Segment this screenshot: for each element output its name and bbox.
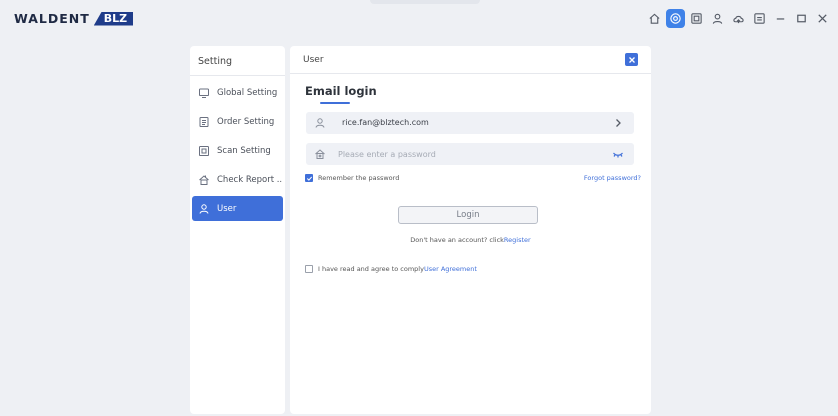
frame-icon[interactable]: [687, 9, 706, 28]
user-panel: User Email login rice.fan@blztech.com Re…: [290, 46, 651, 414]
sidebar-item-order-setting[interactable]: Order Setting: [192, 109, 283, 134]
drag-handle[interactable]: [370, 0, 480, 4]
home-icon[interactable]: [645, 9, 664, 28]
sidebar-item-check-report[interactable]: Check Report ...: [192, 167, 283, 192]
close-icon: [628, 56, 635, 63]
lock-icon: [315, 149, 325, 159]
sidebar-item-scan-setting[interactable]: Scan Setting: [192, 138, 283, 163]
email-value: rice.fan@blztech.com: [342, 118, 429, 127]
user-icon: [315, 118, 325, 128]
title-bar: WALDENT BLZ: [0, 0, 838, 36]
target-icon[interactable]: [666, 9, 685, 28]
agree-text: I have read and agree to complyUser Agre…: [318, 265, 477, 273]
user-agreement-link[interactable]: User Agreement: [424, 265, 477, 273]
settings-sidebar: Setting Global Setting Order Setting Sca…: [190, 46, 285, 414]
register-link[interactable]: Register: [504, 236, 531, 244]
eye-closed-icon[interactable]: [612, 148, 624, 160]
panel-header: User: [290, 46, 651, 74]
close-window-icon[interactable]: [813, 9, 832, 28]
sidebar-item-label: User: [217, 203, 237, 214]
remember-label: Remember the password: [318, 174, 400, 182]
tab-underline: [320, 102, 350, 104]
cloud-icon[interactable]: [729, 9, 748, 28]
password-field-container: [306, 143, 634, 165]
brand-name: WALDENT: [14, 11, 90, 26]
brand-badge: BLZ: [93, 11, 134, 26]
chevron-right-icon[interactable]: [612, 117, 624, 129]
register-prompt: Don't have an account? clickRegister: [290, 236, 651, 244]
user-icon[interactable]: [708, 9, 727, 28]
user-icon: [199, 203, 209, 214]
sidebar-item-label: Global Setting: [217, 87, 278, 98]
remember-password[interactable]: Remember the password: [305, 174, 399, 182]
maximize-icon[interactable]: [792, 9, 811, 28]
close-button[interactable]: [625, 53, 638, 66]
agree-checkbox[interactable]: [305, 265, 313, 273]
password-input[interactable]: [338, 146, 598, 162]
sidebar-item-label: Scan Setting: [217, 145, 271, 156]
sidebar-item-label: Check Report ...: [217, 174, 283, 185]
minimize-icon[interactable]: [771, 9, 790, 28]
login-button[interactable]: Login: [398, 206, 538, 224]
brand-logo: WALDENT BLZ: [14, 11, 134, 26]
monitor-icon: [199, 88, 209, 98]
sidebar-item-user[interactable]: User: [192, 196, 283, 221]
report-icon: [199, 174, 209, 185]
sidebar-item-global-setting[interactable]: Global Setting: [192, 80, 283, 105]
tab-email-login[interactable]: Email login: [305, 84, 377, 98]
sidebar-title: Setting: [190, 46, 285, 76]
remember-checkbox[interactable]: [305, 174, 313, 182]
sidebar-item-label: Order Setting: [217, 116, 275, 127]
agree-label: I have read and agree to comply: [318, 265, 424, 273]
forgot-password-link[interactable]: Forgot password?: [584, 174, 641, 182]
transfer-icon[interactable]: [750, 9, 769, 28]
agreement-row[interactable]: I have read and agree to complyUser Agre…: [305, 265, 477, 273]
scan-icon: [199, 145, 209, 156]
panel-title: User: [303, 55, 324, 65]
email-field[interactable]: rice.fan@blztech.com: [306, 112, 634, 134]
checkmark-icon: [306, 176, 312, 181]
no-account-text: Don't have an account? click: [410, 236, 504, 244]
document-icon: [199, 116, 209, 127]
window-toolbar: [645, 9, 832, 28]
